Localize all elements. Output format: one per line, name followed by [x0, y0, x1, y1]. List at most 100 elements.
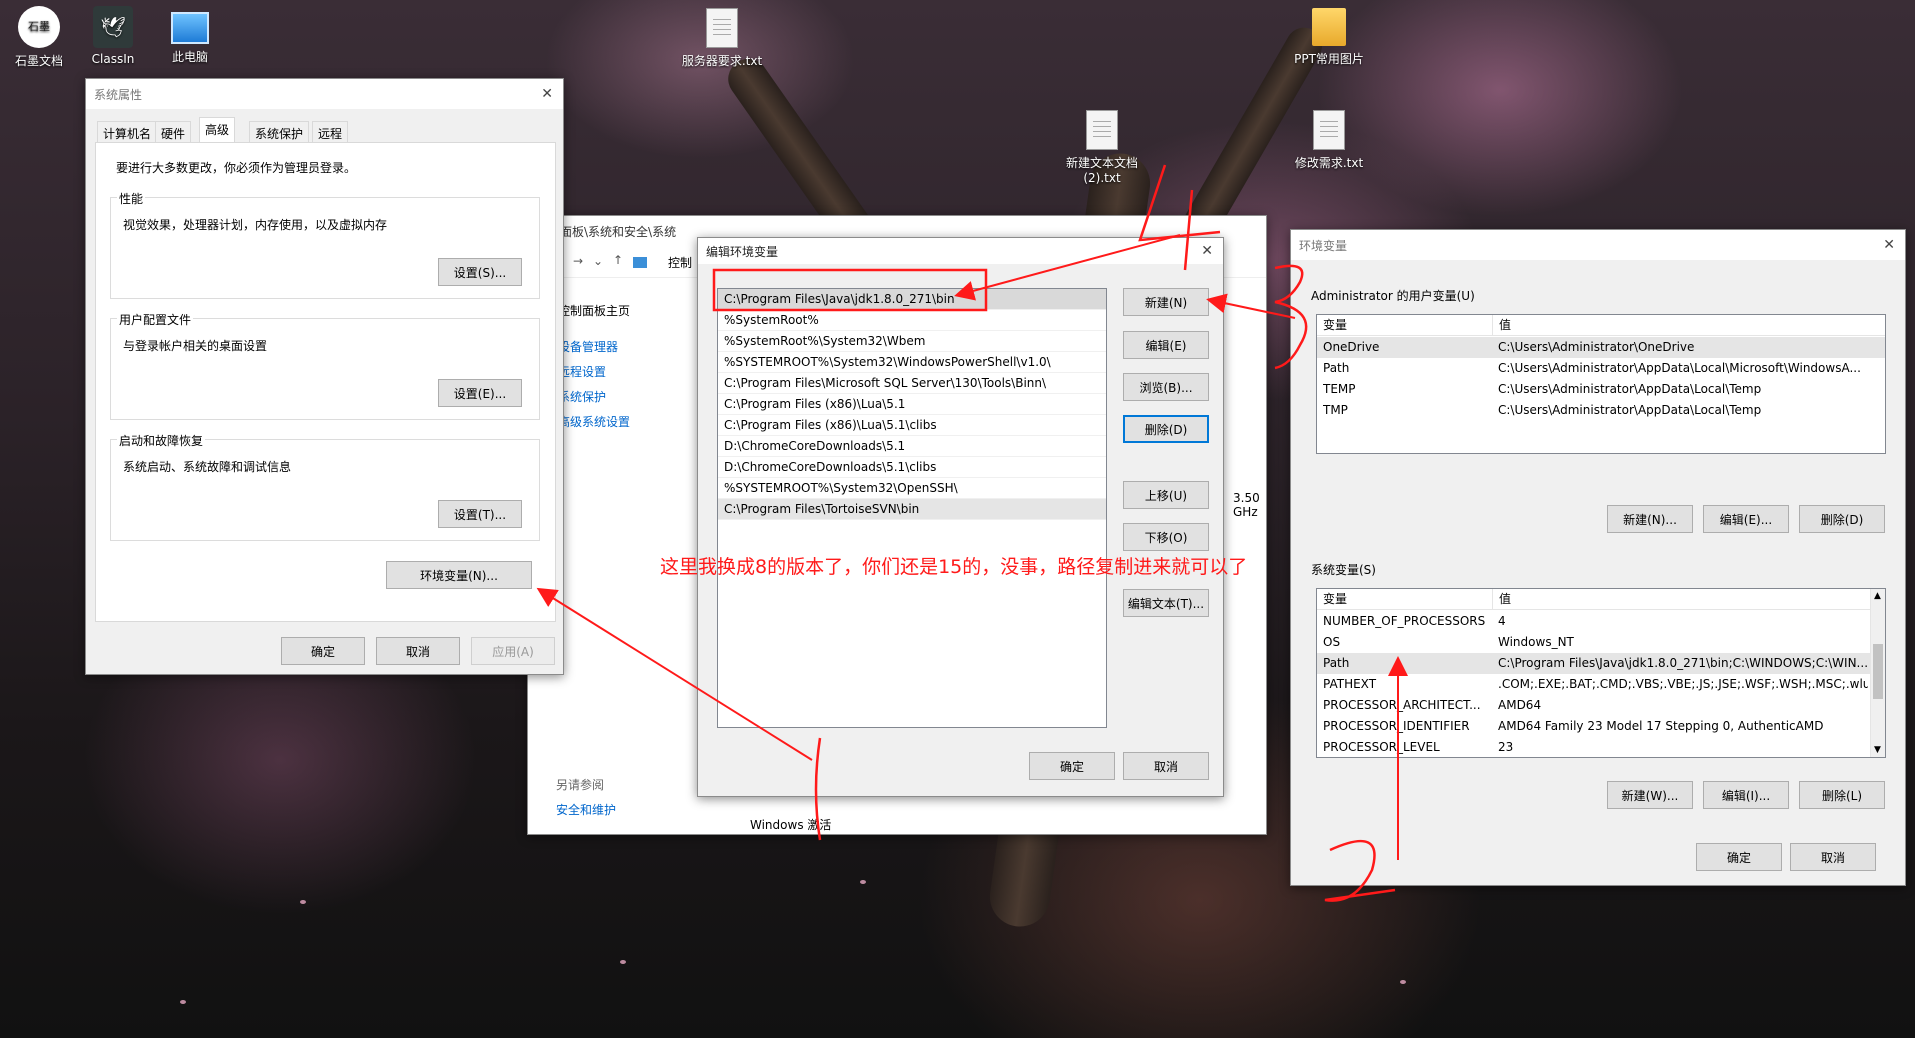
- list-item[interactable]: %SystemRoot%: [718, 310, 1106, 331]
- table-row[interactable]: PROCESSOR_ARCHITECT... AMD64: [1317, 695, 1885, 716]
- user-vars-table[interactable]: 变量 值 OneDrive C:\Users\Administrator\One…: [1316, 314, 1886, 454]
- column-header-value[interactable]: 值: [1492, 589, 1862, 610]
- table-row[interactable]: NUMBER_OF_PROCESSORS 4: [1317, 611, 1885, 632]
- list-item[interactable]: C:\Program Files\TortoiseSVN\bin: [718, 499, 1106, 520]
- breadcrumb[interactable]: 控制: [668, 254, 692, 271]
- system-edit-button[interactable]: 编辑(I)...: [1703, 781, 1789, 809]
- system-vars-table[interactable]: 变量 值 NUMBER_OF_PROCESSORS 4 OS Windows_N…: [1316, 588, 1886, 758]
- scrollbar[interactable]: ▲ ▼: [1870, 589, 1885, 757]
- list-item[interactable]: %SYSTEMROOT%\System32\OpenSSH\: [718, 478, 1106, 499]
- table-row[interactable]: PROCESSOR_LEVEL 23: [1317, 737, 1885, 757]
- desktop-icon-ppt-images[interactable]: PPT常用图片: [1284, 8, 1374, 67]
- delete-path-button[interactable]: 删除(D): [1123, 415, 1209, 443]
- link-device-manager[interactable]: 设备管理器: [558, 338, 618, 355]
- scroll-down-icon[interactable]: ▼: [1874, 745, 1881, 755]
- edit-env-var-titlebar: 编辑环境变量 ✕: [698, 238, 1223, 264]
- cpu-speed: 3.50 GHz: [1233, 491, 1260, 519]
- petal: [300, 900, 306, 904]
- move-up-button[interactable]: 上移(U): [1123, 481, 1209, 509]
- close-icon[interactable]: ✕: [1201, 243, 1213, 259]
- system-delete-button[interactable]: 删除(L): [1799, 781, 1885, 809]
- desktop-icon-modify-req[interactable]: 修改需求.txt: [1284, 110, 1374, 171]
- up-arrow-icon[interactable]: ↑: [613, 253, 623, 267]
- cancel-button[interactable]: 取消: [1123, 752, 1209, 780]
- browse-button[interactable]: 浏览(B)...: [1123, 373, 1209, 401]
- link-advanced-settings[interactable]: 高级系统设置: [558, 413, 630, 430]
- desktop-icon-this-pc[interactable]: 此电脑: [145, 6, 235, 65]
- table-row[interactable]: OneDrive C:\Users\Administrator\OneDrive: [1317, 337, 1885, 358]
- table-header: 变量 值: [1317, 315, 1885, 336]
- scrollbar-thumb[interactable]: [1873, 644, 1883, 699]
- var-name: PROCESSOR_ARCHITECT...: [1323, 698, 1481, 712]
- user-edit-button[interactable]: 编辑(E)...: [1703, 505, 1789, 533]
- list-item[interactable]: %SYSTEMROOT%\System32\WindowsPowerShell\…: [718, 352, 1106, 373]
- forward-arrow-icon[interactable]: →: [573, 254, 583, 268]
- tab-system-protection[interactable]: 系统保护: [249, 121, 310, 143]
- close-icon[interactable]: ✕: [541, 86, 553, 102]
- desktop-icon-server-req[interactable]: 服务器要求.txt: [677, 8, 767, 69]
- list-item[interactable]: D:\ChromeCoreDownloads\5.1: [718, 436, 1106, 457]
- text-file-icon: [706, 8, 738, 48]
- column-header-variable[interactable]: 变量: [1323, 315, 1483, 336]
- var-name: Path: [1323, 361, 1350, 375]
- column-header-variable[interactable]: 变量: [1323, 589, 1483, 610]
- startup-recovery-desc: 系统启动、系统故障和调试信息: [123, 460, 292, 474]
- close-icon[interactable]: ✕: [1883, 237, 1895, 253]
- ok-button[interactable]: 确定: [1029, 752, 1115, 780]
- see-also-label: 另请参阅: [556, 778, 605, 792]
- var-name: PROCESSOR_IDENTIFIER: [1323, 719, 1470, 733]
- chevron-down-icon[interactable]: ⌄: [593, 254, 603, 268]
- table-row[interactable]: TEMP C:\Users\Administrator\AppData\Loca…: [1317, 379, 1885, 400]
- system-new-button[interactable]: 新建(W)...: [1607, 781, 1693, 809]
- tab-remote[interactable]: 远程: [312, 121, 349, 143]
- ok-button[interactable]: 确定: [1696, 843, 1782, 871]
- tab-computer-name[interactable]: 计算机名: [97, 121, 158, 143]
- user-new-button[interactable]: 新建(N)...: [1607, 505, 1693, 533]
- table-row[interactable]: TMP C:\Users\Administrator\AppData\Local…: [1317, 400, 1885, 421]
- link-system-protection[interactable]: 系统保护: [558, 388, 606, 405]
- edit-text-button[interactable]: 编辑文本(T)...: [1123, 589, 1209, 617]
- user-profile-settings-button[interactable]: 设置(E)...: [438, 379, 522, 407]
- list-item[interactable]: C:\Program Files\Microsoft SQL Server\13…: [718, 373, 1106, 394]
- table-header: 变量 值: [1317, 589, 1885, 610]
- list-item[interactable]: C:\Program Files\Java\jdk1.8.0_271\bin: [718, 289, 1106, 310]
- list-item[interactable]: C:\Program Files (x86)\Lua\5.1\clibs: [718, 415, 1106, 436]
- column-header-value[interactable]: 值: [1492, 315, 1872, 336]
- cancel-button[interactable]: 取消: [1790, 843, 1876, 871]
- desktop-icon-label: PPT常用图片: [1294, 52, 1364, 66]
- var-name: OneDrive: [1323, 340, 1380, 354]
- table-row[interactable]: PROCESSOR_IDENTIFIER AMD64 Family 23 Mod…: [1317, 716, 1885, 737]
- cancel-button[interactable]: 取消: [376, 637, 460, 665]
- desktop-icon-new-text[interactable]: 新建文本文档 (2).txt: [1057, 110, 1147, 185]
- performance-settings-button[interactable]: 设置(S)...: [438, 258, 522, 286]
- system-properties-window: 系统属性 ✕ 计算机名 硬件 高级 系统保护 远程 要进行大多数更改，你必须作为…: [85, 78, 564, 675]
- environment-variables-button[interactable]: 环境变量(N)...: [386, 561, 532, 589]
- list-item[interactable]: D:\ChromeCoreDownloads\5.1\clibs: [718, 457, 1106, 478]
- ok-button[interactable]: 确定: [281, 637, 365, 665]
- list-item[interactable]: %SystemRoot%\System32\Wbem: [718, 331, 1106, 352]
- user-delete-button[interactable]: 删除(D): [1799, 505, 1885, 533]
- desktop-icon-label: 新建文本文档 (2).txt: [1065, 156, 1138, 185]
- tab-advanced[interactable]: 高级: [199, 117, 236, 143]
- var-name: Path: [1323, 656, 1350, 670]
- table-row[interactable]: Path C:\Users\Administrator\AppData\Loca…: [1317, 358, 1885, 379]
- move-down-button[interactable]: 下移(O): [1123, 523, 1209, 551]
- table-row[interactable]: Path C:\Program Files\Java\jdk1.8.0_271\…: [1317, 653, 1885, 674]
- path-list[interactable]: C:\Program Files\Java\jdk1.8.0_271\bin %…: [717, 288, 1107, 728]
- edit-path-button[interactable]: 编辑(E): [1123, 331, 1209, 359]
- user-vars-label: Administrator 的用户变量(U): [1311, 289, 1475, 303]
- var-value: Windows_NT: [1498, 635, 1574, 649]
- var-value: .COM;.EXE;.BAT;.CMD;.VBS;.VBE;.JS;.JSE;.…: [1498, 677, 1868, 691]
- link-security-maintenance[interactable]: 安全和维护: [556, 801, 616, 818]
- tab-hardware[interactable]: 硬件: [155, 121, 192, 143]
- shimo-logo-icon: 石墨: [18, 6, 60, 48]
- list-item[interactable]: C:\Program Files (x86)\Lua\5.1: [718, 394, 1106, 415]
- control-panel-home-link[interactable]: 控制面板主页: [558, 302, 630, 319]
- table-row[interactable]: OS Windows_NT: [1317, 632, 1885, 653]
- new-path-button[interactable]: 新建(N): [1123, 288, 1209, 316]
- apply-button[interactable]: 应用(A): [471, 637, 555, 665]
- startup-recovery-settings-button[interactable]: 设置(T)...: [438, 500, 522, 528]
- scroll-up-icon[interactable]: ▲: [1874, 591, 1881, 601]
- table-row[interactable]: PATHEXT .COM;.EXE;.BAT;.CMD;.VBS;.VBE;.J…: [1317, 674, 1885, 695]
- link-remote-settings[interactable]: 远程设置: [558, 363, 606, 380]
